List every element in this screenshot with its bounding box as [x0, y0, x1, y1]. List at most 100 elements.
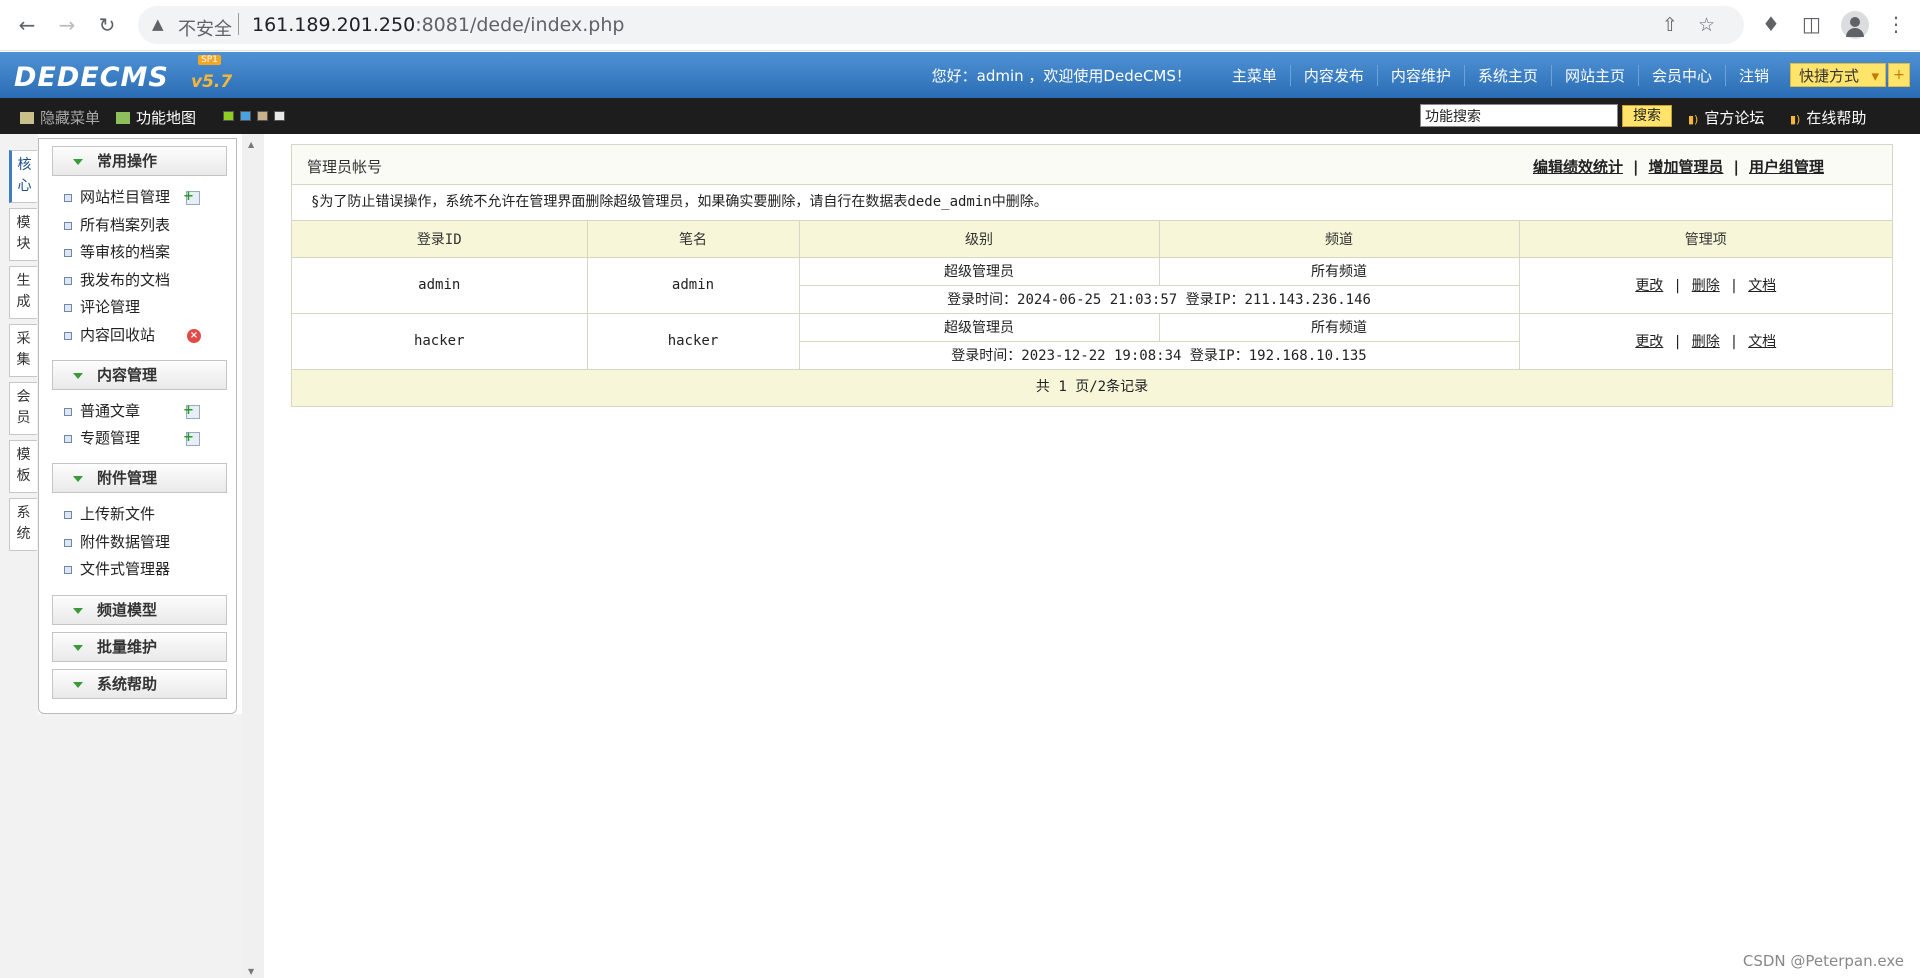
menu-item-pending[interactable]: 等审核的档案 — [64, 242, 170, 262]
menu-item-articles[interactable]: 普通文章 — [64, 401, 140, 421]
cell-actions: 更改 | 删除 | 文档 — [1519, 257, 1892, 314]
user-groups-link[interactable]: 用户组管理 — [1749, 158, 1824, 176]
menu-scrollbar[interactable]: ▲ ▼ — [242, 134, 264, 978]
col-level: 级别 — [799, 221, 1160, 258]
divider: | — [1729, 334, 1739, 350]
skin-swatch-blue[interactable] — [240, 111, 251, 121]
more-icon[interactable]: ⋮ — [1886, 12, 1906, 36]
edition-badge: SP1 — [198, 55, 221, 65]
reload-icon[interactable]: ↻ — [94, 12, 120, 38]
menu-group-channel-models[interactable]: 频道模型 — [52, 595, 227, 625]
cell-level: 超级管理员 — [799, 313, 1160, 342]
nav-system-home[interactable]: 系统主页 — [1463, 64, 1551, 86]
hide-menu-icon — [20, 111, 34, 124]
official-forum-link[interactable]: ▮) 官方论坛 — [1688, 107, 1764, 128]
share-icon[interactable]: ⇧ — [1662, 14, 1678, 36]
tab-label: 系统 — [16, 505, 31, 542]
skin-swatch-gray[interactable] — [274, 111, 285, 121]
menu-item-recycle[interactable]: 内容回收站 — [64, 325, 155, 345]
tab-collect[interactable]: 采集 — [9, 324, 37, 377]
sidepanel-icon[interactable]: ◫ — [1802, 12, 1821, 36]
nav-maintain[interactable]: 内容维护 — [1376, 64, 1464, 86]
tab-label: 模块 — [16, 215, 31, 252]
quick-add-button[interactable]: + — [1888, 63, 1910, 87]
skin-swatch-brown[interactable] — [257, 111, 268, 121]
star-icon[interactable]: ☆ — [1698, 14, 1715, 36]
nav-publish[interactable]: 内容发布 — [1289, 64, 1377, 86]
panel-links: 编辑绩效统计 | 增加管理员 | 用户组管理 — [1533, 156, 1824, 177]
forum-label: 官方论坛 — [1704, 109, 1765, 127]
divider: | — [1633, 158, 1639, 176]
extensions-icon[interactable]: ♦ — [1762, 12, 1780, 36]
scroll-down-icon[interactable]: ▼ — [248, 967, 254, 976]
tab-label: 模板 — [16, 447, 31, 484]
hide-menu-button[interactable]: 隐藏菜单 — [20, 107, 100, 128]
menu-group-batch[interactable]: 批量维护 — [52, 632, 227, 662]
documents-link[interactable]: 文档 — [1748, 278, 1776, 294]
cell-channel: 所有频道 — [1159, 313, 1520, 342]
header-nav: 您好：admin ，欢迎使用DedeCMS！ 主菜单 内容发布 内容维护 系统主… — [931, 63, 1910, 88]
menu-item-my-docs[interactable]: 我发布的文档 — [64, 270, 170, 290]
menu-group-attachments[interactable]: 附件管理 — [52, 463, 227, 493]
cms-header: DEDECMS SP1 v5.7 您好：admin ，欢迎使用DedeCMS！ … — [0, 52, 1920, 98]
forward-icon[interactable]: → — [54, 12, 80, 38]
tab-core[interactable]: 核心 — [9, 150, 37, 203]
menu-group-help[interactable]: 系统帮助 — [52, 669, 227, 699]
search-button[interactable]: 搜索 — [1622, 105, 1672, 127]
tab-label: 采集 — [16, 331, 31, 368]
left-background — [38, 714, 242, 978]
scroll-up-icon[interactable]: ▲ — [248, 140, 254, 149]
tab-members[interactable]: 会员 — [9, 382, 37, 435]
tab-templates[interactable]: 模板 — [9, 440, 37, 493]
page-title: 管理员帐号 — [307, 158, 383, 176]
warning-icon: ▲ — [152, 15, 164, 33]
feature-map-button[interactable]: 功能地图 — [116, 107, 196, 128]
tab-system[interactable]: 系统 — [9, 498, 37, 551]
back-icon[interactable]: ← — [14, 12, 40, 38]
nav-member-center[interactable]: 会员中心 — [1637, 64, 1725, 86]
address-bar[interactable]: ▲ 不安全 161.189.201.250:8081/dede/index.ph… — [138, 6, 1744, 44]
menu-item-comments[interactable]: 评论管理 — [64, 297, 140, 317]
function-search-input[interactable] — [1420, 104, 1618, 127]
notice-text: §为了防止错误操作，系统不允许在管理界面删除超级管理员，如果确实要删除，请自行在… — [292, 185, 1892, 221]
quick-access-dropdown[interactable]: 快捷方式 — [1789, 63, 1886, 88]
delete-link[interactable]: 删除 — [1692, 278, 1720, 294]
menu-item-attachment-data[interactable]: 附件数据管理 — [64, 532, 170, 552]
skin-swatch-green[interactable] — [223, 111, 234, 121]
table-header-row: 登录ID 笔名 级别 频道 管理项 — [292, 221, 1892, 258]
cell-pen-name: hacker — [587, 313, 800, 370]
tab-label: 核心 — [17, 157, 32, 194]
version-label: v5.7 — [191, 72, 233, 92]
welcome-text: 您好：admin ，欢迎使用DedeCMS！ — [931, 66, 1191, 85]
nav-site-home[interactable]: 网站主页 — [1550, 64, 1638, 86]
menu-item-topics[interactable]: 专题管理 — [64, 428, 140, 448]
url-host: 161.189.201.250 — [252, 14, 416, 36]
edit-link[interactable]: 更改 — [1635, 334, 1663, 350]
menu-group-common[interactable]: 常用操作 — [52, 146, 227, 176]
speaker-icon: ▮) — [1790, 113, 1801, 126]
col-channel: 频道 — [1159, 221, 1520, 258]
performance-stats-link[interactable]: 编辑绩效统计 — [1533, 158, 1623, 176]
tab-generate[interactable]: 生成 — [9, 266, 37, 319]
menu-item-all-archives[interactable]: 所有档案列表 — [64, 215, 170, 235]
menu-item-upload[interactable]: 上传新文件 — [64, 504, 155, 524]
add-icon[interactable] — [183, 430, 200, 446]
menu-item-file-manager[interactable]: 文件式管理器 — [64, 559, 170, 579]
menu-group-content[interactable]: 内容管理 — [52, 360, 227, 390]
profile-avatar[interactable] — [1841, 11, 1869, 39]
delete-link[interactable]: 删除 — [1692, 334, 1720, 350]
clear-icon[interactable]: × — [187, 329, 201, 343]
online-help-link[interactable]: ▮) 在线帮助 — [1790, 107, 1866, 128]
add-admin-link[interactable]: 增加管理员 — [1648, 158, 1723, 176]
tab-modules[interactable]: 模块 — [9, 208, 37, 261]
pagination-info: 共 1 页/2条记录 — [292, 369, 1892, 406]
nav-logout[interactable]: 注销 — [1724, 64, 1782, 86]
menu-item-categories[interactable]: 网站栏目管理 — [64, 187, 170, 207]
nav-main-menu[interactable]: 主菜单 — [1219, 65, 1290, 86]
url-port: :8081 — [415, 14, 470, 36]
add-icon[interactable] — [183, 403, 200, 419]
documents-link[interactable]: 文档 — [1748, 334, 1776, 350]
add-icon[interactable] — [183, 189, 200, 205]
edit-link[interactable]: 更改 — [1635, 278, 1663, 294]
divider: | — [1729, 278, 1739, 294]
